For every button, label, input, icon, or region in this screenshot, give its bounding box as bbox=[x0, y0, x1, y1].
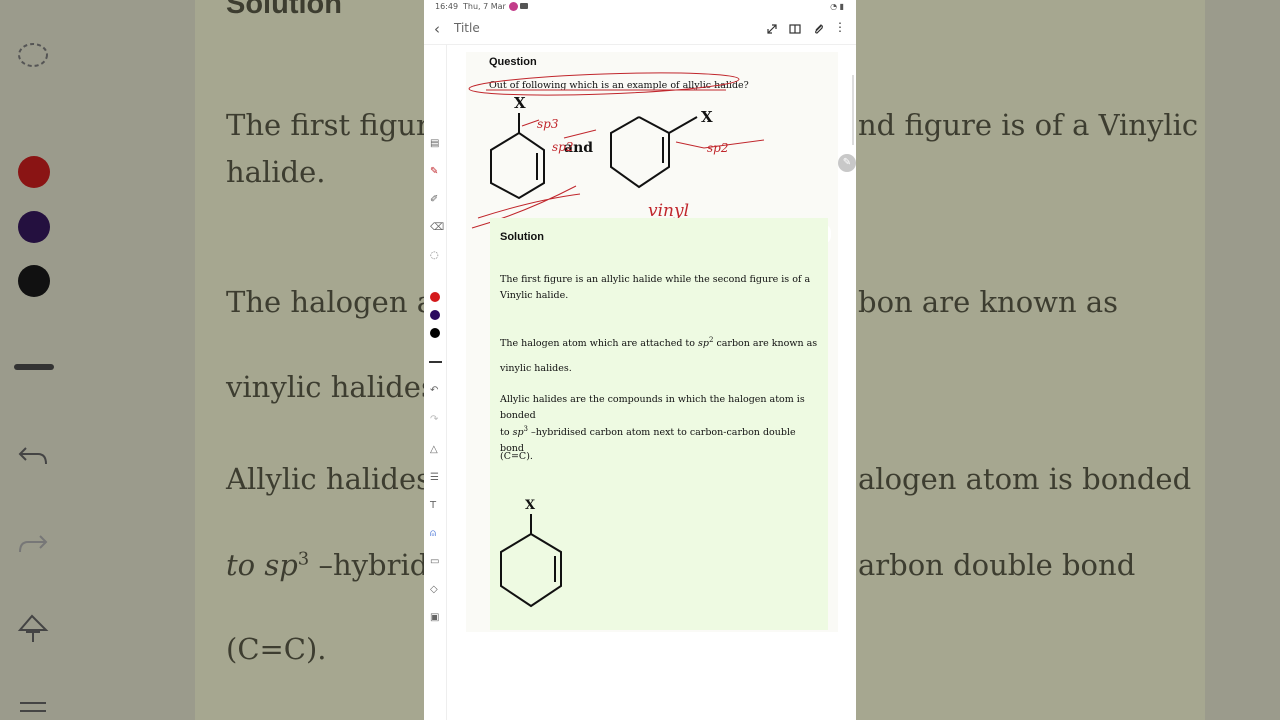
lasso-icon bbox=[18, 43, 48, 67]
folder-icon bbox=[520, 3, 528, 9]
red-swatch-blur bbox=[18, 156, 50, 188]
align-icon[interactable]: ☰ bbox=[430, 472, 439, 483]
align-icon-blur bbox=[20, 702, 46, 712]
solution-structure: X bbox=[500, 498, 562, 608]
attach-icon[interactable] bbox=[813, 23, 825, 35]
status-bar: 16:49 Thu, 7 Mar ◔ ▮ bbox=[424, 0, 856, 14]
chevron-left-icon[interactable]: ‹ bbox=[434, 20, 440, 38]
redo-icon[interactable]: ↷ bbox=[430, 414, 438, 425]
book-view-icon[interactable] bbox=[789, 23, 801, 35]
solution-label: Solution bbox=[500, 231, 544, 243]
more-icon[interactable]: ⋮ bbox=[834, 20, 846, 34]
color-red-swatch[interactable] bbox=[430, 292, 440, 302]
bg-line: arbon double bond bbox=[858, 548, 1136, 582]
redo-icon-blur bbox=[19, 535, 48, 553]
bg-line: vinylic halides. bbox=[226, 370, 446, 404]
scrollbar[interactable] bbox=[852, 75, 854, 145]
solution-paragraph: (C=C). bbox=[500, 451, 533, 462]
annotation-sp3: sp3 bbox=[537, 117, 559, 131]
purple-swatch-blur bbox=[18, 211, 50, 243]
expand-icon[interactable] bbox=[766, 23, 778, 35]
undo-icon[interactable]: ↶ bbox=[430, 385, 438, 396]
wifi-battery-icon: ◔ ▮ bbox=[830, 2, 844, 11]
question-label: Question bbox=[489, 56, 537, 68]
bg-line: to sp3 –hybridi bbox=[226, 548, 438, 582]
bg-line: The first figure bbox=[226, 108, 447, 142]
bg-line: nd figure is of a Vinylic bbox=[858, 108, 1199, 142]
bg-line: alogen atom is bonded bbox=[858, 462, 1192, 496]
shapes-icon[interactable]: ◇ bbox=[430, 584, 438, 595]
x-label: X bbox=[525, 498, 536, 513]
bg-line: Allylic halides a bbox=[226, 462, 458, 496]
thickness-icon-blur bbox=[14, 364, 54, 370]
bg-line: bon are known as bbox=[858, 285, 1119, 319]
note-app-window: 16:49 Thu, 7 Mar ◔ ▮ ‹ Title ⋮ ▤ ✎ ✐ ⌫ ◌… bbox=[424, 0, 856, 720]
color-purple-swatch[interactable] bbox=[430, 310, 440, 320]
color-black-swatch[interactable] bbox=[430, 328, 440, 338]
note-title[interactable]: Title bbox=[454, 21, 480, 35]
annotation-sp2: sp2 bbox=[552, 140, 573, 154]
solution-paragraph: The first figure is an allylic halide wh… bbox=[500, 274, 811, 301]
edit-pencil-button[interactable]: ✎ bbox=[838, 154, 856, 172]
text-tool-icon-blur bbox=[17, 614, 49, 642]
lasso-icon[interactable]: ◌ bbox=[430, 250, 439, 261]
pen-icon[interactable]: ✎ bbox=[430, 166, 438, 177]
keyboard-icon[interactable]: ▤ bbox=[430, 138, 439, 149]
bg-heading: Solution bbox=[226, 0, 342, 20]
bg-line: halide. bbox=[226, 155, 326, 189]
annotation-sp2: sp2 bbox=[707, 141, 728, 155]
convert-text-icon[interactable]: ▭ bbox=[430, 556, 439, 567]
status-time: 16:49 bbox=[435, 2, 459, 11]
undo-icon-blur bbox=[18, 447, 47, 465]
image-icon[interactable]: ▣ bbox=[430, 612, 439, 623]
top-bar: ‹ Title ⋮ bbox=[424, 14, 856, 45]
eraser-icon[interactable]: ⌫ bbox=[430, 222, 444, 233]
highlighter-icon[interactable]: ✐ bbox=[430, 194, 438, 205]
notification-icon bbox=[509, 2, 518, 11]
bg-line: (C=C). bbox=[226, 632, 327, 666]
solution-paragraph: Allylic halides are the compounds in whi… bbox=[500, 394, 805, 421]
solution-paragraph: vinylic halides. bbox=[500, 363, 572, 374]
stroke-width-icon[interactable] bbox=[429, 361, 442, 363]
solution-paragraph: The halogen atom which are attached to s… bbox=[500, 336, 818, 350]
black-swatch-blur bbox=[18, 265, 50, 297]
text-tool-icon[interactable]: T bbox=[430, 500, 436, 511]
handwriting-icon[interactable]: ⍝ bbox=[430, 528, 436, 539]
sidebar-divider bbox=[446, 44, 447, 720]
shape-tool-icon[interactable]: △ bbox=[430, 444, 438, 455]
status-date: Thu, 7 Mar bbox=[463, 2, 506, 11]
